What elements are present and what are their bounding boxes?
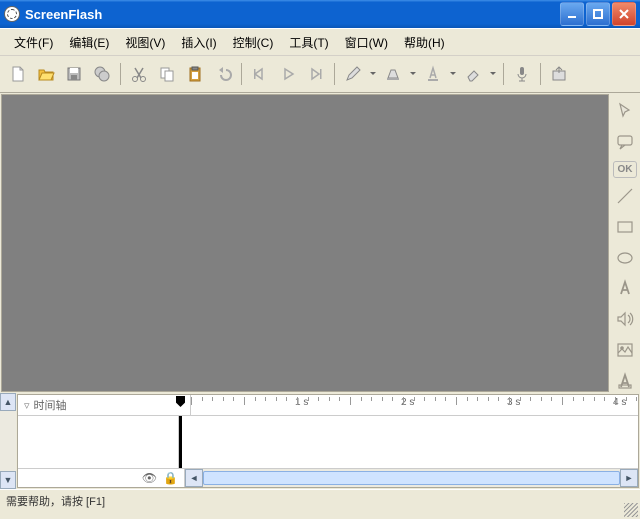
- paste-button[interactable]: [182, 61, 208, 87]
- timeline-layer-list[interactable]: [18, 416, 179, 468]
- undo-button[interactable]: [210, 61, 236, 87]
- status-text: 需要帮助，请按 [F1]: [6, 493, 105, 509]
- line-tool[interactable]: [612, 184, 638, 209]
- pencil-dropdown[interactable]: [368, 61, 378, 87]
- text-color-dropdown[interactable]: [448, 61, 458, 87]
- menu-view[interactable]: 视图(V): [117, 32, 173, 53]
- sound-tool[interactable]: [612, 307, 638, 332]
- scroll-down-icon[interactable]: ▼: [0, 471, 16, 489]
- side-toolbar: OK: [610, 93, 640, 393]
- timeline-ruler[interactable]: 1 s 2 s 3 s 4 s: [191, 395, 638, 415]
- menu-tools[interactable]: 工具(T): [281, 32, 336, 53]
- eye-icon[interactable]: 👁: [142, 471, 157, 485]
- scrollbar-thumb[interactable]: [203, 471, 620, 485]
- lock-icon[interactable]: 🔒: [163, 471, 178, 485]
- scroll-up-icon[interactable]: ▲: [0, 393, 16, 411]
- pointer-tool[interactable]: [612, 99, 638, 124]
- scroll-right-icon[interactable]: ►: [620, 469, 638, 487]
- app-icon: [4, 6, 20, 22]
- close-button[interactable]: [612, 2, 636, 26]
- menu-window[interactable]: 窗口(W): [337, 32, 396, 53]
- new-button[interactable]: [5, 61, 31, 87]
- open-button[interactable]: [33, 61, 59, 87]
- microphone-button[interactable]: [509, 61, 535, 87]
- window-titlebar: ScreenFlash: [0, 0, 640, 28]
- menu-help[interactable]: 帮助(H): [396, 32, 453, 53]
- text-tool[interactable]: [612, 276, 638, 301]
- play-button[interactable]: [275, 61, 301, 87]
- playhead[interactable]: [179, 416, 182, 468]
- cut-button[interactable]: [126, 61, 152, 87]
- menu-control[interactable]: 控制(C): [225, 32, 282, 53]
- annotation-tool[interactable]: [612, 368, 638, 393]
- ok-button-tool[interactable]: OK: [613, 161, 637, 178]
- rectangle-tool[interactable]: [612, 214, 638, 239]
- export-button[interactable]: [546, 61, 572, 87]
- record-button[interactable]: [89, 61, 115, 87]
- timeline-track[interactable]: [179, 416, 638, 468]
- main-toolbar: [0, 56, 640, 93]
- scroll-left-icon[interactable]: ◄: [185, 469, 203, 487]
- resize-grip-icon[interactable]: [624, 503, 638, 517]
- eraser-dropdown[interactable]: [488, 61, 498, 87]
- maximize-button[interactable]: [586, 2, 610, 26]
- text-color-button[interactable]: [420, 61, 446, 87]
- menu-insert[interactable]: 插入(I): [173, 32, 224, 53]
- next-button[interactable]: [303, 61, 329, 87]
- highlight-tool-button[interactable]: [380, 61, 406, 87]
- canvas-area[interactable]: [1, 94, 609, 392]
- menu-bar: 文件(F) 编辑(E) 视图(V) 插入(I) 控制(C) 工具(T) 窗口(W…: [0, 28, 640, 56]
- image-tool[interactable]: [612, 338, 638, 363]
- timeline-panel: 时间轴 1 s 2 s 3 s 4 s 👁 🔒 ◄ ►: [17, 394, 639, 488]
- highlight-dropdown[interactable]: [408, 61, 418, 87]
- save-button[interactable]: [61, 61, 87, 87]
- prev-button[interactable]: [247, 61, 273, 87]
- eraser-button[interactable]: [460, 61, 486, 87]
- minimize-button[interactable]: [560, 2, 584, 26]
- status-bar: 需要帮助，请按 [F1]: [0, 489, 640, 512]
- menu-edit[interactable]: 编辑(E): [61, 32, 117, 53]
- pencil-tool-button[interactable]: [340, 61, 366, 87]
- timeline-vscroll[interactable]: ▲ ▼: [0, 393, 16, 489]
- copy-button[interactable]: [154, 61, 180, 87]
- window-title: ScreenFlash: [25, 7, 560, 22]
- menu-file[interactable]: 文件(F): [6, 32, 61, 53]
- timeline-label: 时间轴: [18, 395, 191, 415]
- callout-tool[interactable]: [612, 130, 638, 155]
- ellipse-tool[interactable]: [612, 245, 638, 270]
- timeline-hscroll[interactable]: ◄ ►: [185, 469, 638, 487]
